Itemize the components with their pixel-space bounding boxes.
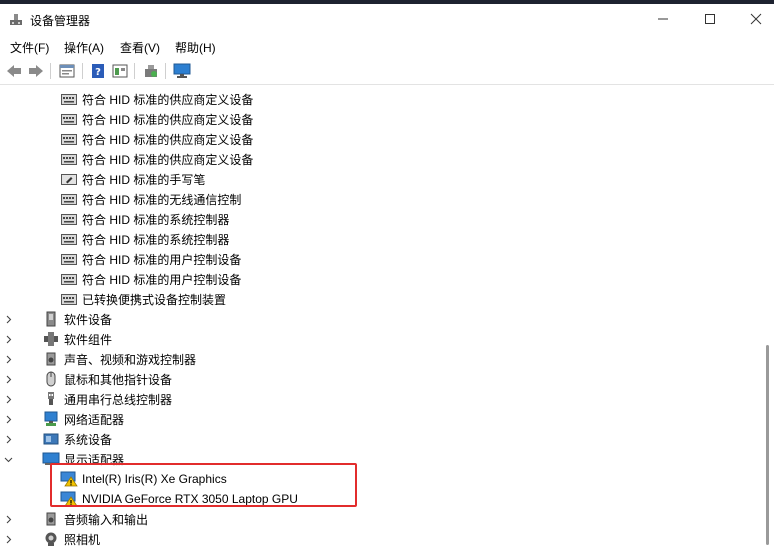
tree-category[interactable]: 系统设备	[42, 429, 112, 449]
expand-chevron-right-icon[interactable]	[2, 369, 14, 389]
tree-category[interactable]: 音频输入和输出	[42, 509, 148, 529]
mouse-icon	[42, 371, 60, 387]
tree-item-label: 符合 HID 标准的系统控制器	[82, 212, 230, 227]
tree-category[interactable]: 网络适配器	[42, 409, 124, 429]
network-icon	[42, 411, 60, 427]
tree-item-hid-device[interactable]: 符合 HID 标准的用户控制设备	[60, 249, 241, 269]
vertical-scrollbar[interactable]	[762, 85, 774, 559]
tree-item-label: 符合 HID 标准的供应商定义设备	[82, 92, 254, 107]
tree-item-label: 符合 HID 标准的供应商定义设备	[82, 152, 254, 167]
red-highlight-box	[50, 463, 357, 507]
hid-device-icon	[60, 111, 78, 127]
expand-chevron-right-icon[interactable]	[2, 409, 14, 429]
monitor-icon[interactable]	[172, 61, 192, 81]
close-button[interactable]	[733, 4, 774, 34]
software-component-icon	[42, 331, 60, 347]
toolbar-separator	[50, 63, 51, 79]
menu-help[interactable]: 帮助(H)	[175, 39, 216, 56]
tree-item-label: 符合 HID 标准的用户控制设备	[82, 252, 242, 267]
tree-category[interactable]: 软件组件	[42, 329, 112, 349]
tree-item-label: 鼠标和其他指针设备	[64, 372, 173, 387]
menu-view[interactable]: 查看(V)	[120, 39, 160, 56]
tree-item-label: 系统设备	[64, 432, 113, 447]
tree-item-label: 符合 HID 标准的无线通信控制	[82, 192, 242, 207]
expand-chevron-right-icon[interactable]	[2, 509, 14, 529]
tree-item-label: 符合 HID 标准的系统控制器	[82, 232, 230, 247]
help-icon[interactable]: ?	[88, 61, 108, 81]
tree-item-label: 软件组件	[64, 332, 113, 347]
tree-item-label: 符合 HID 标准的供应商定义设备	[82, 112, 254, 127]
hid-device-icon	[60, 91, 78, 107]
tree-item-label: 符合 HID 标准的手写笔	[82, 172, 206, 187]
hid-device-icon	[60, 231, 78, 247]
tree-item-label: 网络适配器	[64, 412, 125, 427]
camera-icon	[42, 531, 60, 547]
toolbar-separator	[165, 63, 166, 79]
expand-chevron-right-icon[interactable]	[2, 329, 14, 349]
tree-item-label: 符合 HID 标准的供应商定义设备	[82, 132, 254, 147]
toolbar: ?	[0, 58, 774, 85]
maximize-button[interactable]	[687, 4, 733, 34]
hid-device-icon	[60, 291, 78, 307]
tree-item-label: 照相机	[64, 532, 101, 547]
expand-chevron-right-icon[interactable]	[2, 349, 14, 369]
toolbar-separator	[82, 63, 83, 79]
window-title: 设备管理器	[30, 14, 91, 28]
svg-text:?: ?	[95, 67, 101, 78]
title-bar: 设备管理器	[0, 4, 774, 34]
tree-item-label: 声音、视频和游戏控制器	[64, 352, 197, 367]
tree-item-label: 符合 HID 标准的用户控制设备	[82, 272, 242, 287]
update-driver-icon[interactable]	[141, 61, 161, 81]
hid-device-icon	[60, 251, 78, 267]
hid-device-icon	[60, 151, 78, 167]
forward-icon[interactable]	[26, 61, 46, 81]
speaker-icon	[42, 351, 60, 367]
scrollbar-thumb[interactable]	[766, 345, 769, 545]
expand-chevron-down-icon[interactable]	[2, 449, 14, 469]
tree-item-hid-device[interactable]: 符合 HID 标准的供应商定义设备	[60, 149, 253, 169]
tree-item-hid-device[interactable]: 符合 HID 标准的系统控制器	[60, 229, 229, 249]
hid-device-icon	[60, 271, 78, 287]
tree-item-hid-device[interactable]: 符合 HID 标准的无线通信控制	[60, 189, 241, 209]
device-manager-icon	[9, 12, 23, 26]
software-device-icon	[42, 311, 60, 327]
pen-device-icon	[60, 171, 78, 187]
expand-chevron-right-icon[interactable]	[2, 309, 14, 329]
tree-item-label: 通用串行总线控制器	[64, 392, 173, 407]
toolbar-separator	[134, 63, 135, 79]
tree-category[interactable]: 软件设备	[42, 309, 112, 329]
tree-item-hid-device[interactable]: 符合 HID 标准的用户控制设备	[60, 269, 241, 289]
show-hidden-icon[interactable]	[110, 61, 130, 81]
back-icon[interactable]	[4, 61, 24, 81]
tree-category[interactable]: 通用串行总线控制器	[42, 389, 172, 409]
tree-category[interactable]: 鼠标和其他指针设备	[42, 369, 172, 389]
hid-device-icon	[60, 211, 78, 227]
menu-bar: 文件(F) 操作(A) 查看(V) 帮助(H)	[0, 34, 774, 58]
system-device-icon	[42, 431, 60, 447]
minimize-button[interactable]	[640, 4, 686, 34]
tree-item-label: 音频输入和输出	[64, 512, 149, 527]
tree-item-hid-device[interactable]: 符合 HID 标准的系统控制器	[60, 209, 229, 229]
tree-category[interactable]: 照相机	[42, 529, 100, 549]
tree-item-hid-device[interactable]: 符合 HID 标准的手写笔	[60, 169, 205, 189]
tree-item-hid-device[interactable]: 已转换便携式设备控制装置	[60, 289, 226, 309]
properties-icon[interactable]	[57, 61, 77, 81]
menu-file[interactable]: 文件(F)	[10, 39, 49, 56]
tree-item-hid-device[interactable]: 符合 HID 标准的供应商定义设备	[60, 129, 253, 149]
expand-chevron-right-icon[interactable]	[2, 529, 14, 549]
usb-icon	[42, 391, 60, 407]
tree-item-hid-device[interactable]: 符合 HID 标准的供应商定义设备	[60, 89, 253, 109]
expand-chevron-right-icon[interactable]	[2, 429, 14, 449]
tree-item-label: 已转换便携式设备控制装置	[82, 292, 227, 307]
audio-io-icon	[42, 511, 60, 527]
expand-chevron-right-icon[interactable]	[2, 389, 14, 409]
menu-action[interactable]: 操作(A)	[64, 39, 104, 56]
hid-device-icon	[60, 191, 78, 207]
tree-item-label: 软件设备	[64, 312, 113, 327]
tree-category[interactable]: 声音、视频和游戏控制器	[42, 349, 196, 369]
tree-item-hid-device[interactable]: 符合 HID 标准的供应商定义设备	[60, 109, 253, 129]
hid-device-icon	[60, 131, 78, 147]
